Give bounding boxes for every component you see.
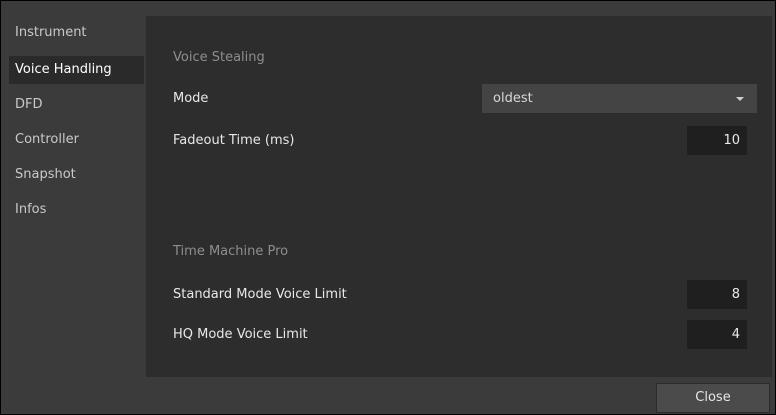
sidebar-item-dfd[interactable]: DFD [11, 91, 43, 119]
close-button[interactable]: Close [656, 383, 770, 413]
time-machine-pro-title: Time Machine Pro [173, 244, 289, 259]
hq-mode-voice-limit-field[interactable]: 4 [687, 320, 747, 349]
mode-dropdown-value: oldest [493, 91, 533, 106]
fadeout-time-label: Fadeout Time (ms) [173, 133, 295, 148]
voice-stealing-title: Voice Stealing [173, 50, 265, 65]
sidebar: Instrument Voice Handling DFD Controller… [2, 2, 145, 413]
hq-mode-voice-limit-label: HQ Mode Voice Limit [173, 327, 308, 342]
sidebar-item-controller[interactable]: Controller [11, 126, 79, 154]
standard-mode-voice-limit-label: Standard Mode Voice Limit [173, 287, 347, 302]
mode-dropdown[interactable]: oldest [482, 84, 757, 113]
sidebar-item-instrument[interactable]: Instrument [11, 19, 87, 47]
chevron-down-icon [736, 97, 744, 101]
sidebar-item-infos[interactable]: Infos [11, 196, 46, 224]
standard-mode-voice-limit-field[interactable]: 8 [687, 280, 747, 309]
settings-panel: Voice Stealing Mode oldest Fadeout Time … [146, 16, 772, 377]
fadeout-time-field[interactable]: 10 [687, 126, 747, 155]
sidebar-item-snapshot[interactable]: Snapshot [11, 161, 76, 189]
mode-label: Mode [173, 91, 209, 106]
voice-handling-dialog: Instrument Voice Handling DFD Controller… [0, 0, 776, 415]
sidebar-item-voice-handling[interactable]: Voice Handling [9, 56, 144, 84]
